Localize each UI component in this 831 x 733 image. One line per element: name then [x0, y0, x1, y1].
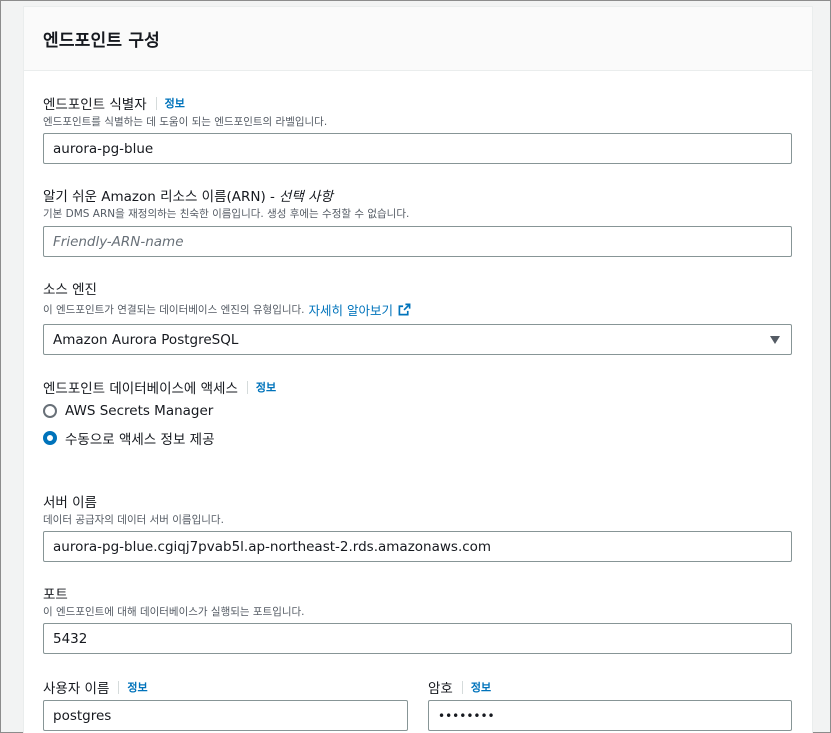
- external-link-icon: [398, 303, 411, 316]
- window-frame: 엔드포인트 구성 엔드포인트 식별자 정보 엔드포인트를 식별하는 데 도움이 …: [0, 0, 831, 733]
- server-name-description: 데이터 공급자의 데이터 서버 이름입니다.: [43, 514, 224, 526]
- divider: [246, 380, 248, 394]
- endpoint-id-description: 엔드포인트를 식별하는 데 도움이 되는 엔드포인트의 라벨입니다.: [43, 116, 328, 128]
- port-label: 포트: [43, 587, 68, 603]
- endpoint-id-label: 엔드포인트 식별자: [43, 97, 147, 113]
- db-access-info-link[interactable]: 정보: [256, 379, 276, 395]
- caret-down-icon: [770, 335, 780, 344]
- server-name-label: 서버 이름: [43, 495, 97, 511]
- radio-unchecked-icon[interactable]: [43, 404, 57, 418]
- arn-optional-label: 선택 사항: [278, 189, 333, 205]
- username-label: 사용자 이름: [43, 681, 110, 697]
- panel-header: 엔드포인트 구성: [24, 7, 812, 71]
- db-access-label-row: 엔드포인트 데이터베이스에 액세스 정보: [43, 377, 276, 397]
- divider: [461, 680, 463, 694]
- radio-manual-access[interactable]: 수동으로 액세스 정보 제공: [43, 428, 215, 448]
- password-label-row: 암호 정보: [428, 677, 491, 697]
- endpoint-config-panel: 엔드포인트 구성 엔드포인트 식별자 정보 엔드포인트를 식별하는 데 도움이 …: [23, 6, 813, 733]
- endpoint-id-info-link[interactable]: 정보: [165, 95, 185, 111]
- learn-more-label: 자세히 알아보기: [308, 303, 394, 318]
- source-engine-select[interactable]: Amazon Aurora PostgreSQL: [43, 324, 792, 355]
- port-description: 이 엔드포인트에 대해 데이터베이스가 실행되는 포트입니다.: [43, 606, 305, 618]
- radio-secrets-manager[interactable]: AWS Secrets Manager: [43, 403, 213, 419]
- source-engine-description-row: 이 엔드포인트가 연결되는 데이터베이스 엔진의 유형입니다. 자세히 알아보기: [43, 300, 411, 319]
- server-name-input[interactable]: aurora-pg-blue.cgiqj7pvab5l.ap-northeast…: [43, 531, 792, 562]
- password-label: 암호: [428, 681, 453, 697]
- arn-input[interactable]: Friendly-ARN-name: [43, 226, 792, 257]
- arn-label: 알기 쉬운 Amazon 리소스 이름(ARN) -: [43, 189, 275, 205]
- source-engine-description: 이 엔드포인트가 연결되는 데이터베이스 엔진의 유형입니다.: [43, 304, 305, 316]
- username-label-row: 사용자 이름 정보: [43, 677, 148, 697]
- username-input[interactable]: postgres: [43, 700, 408, 731]
- source-engine-label: 소스 엔진: [43, 282, 97, 298]
- db-access-label: 엔드포인트 데이터베이스에 액세스: [43, 381, 238, 397]
- arn-label-row: 알기 쉬운 Amazon 리소스 이름(ARN) - 선택 사항: [43, 185, 333, 205]
- radio-manual-access-label: 수동으로 액세스 정보 제공: [65, 432, 215, 448]
- divider: [155, 96, 157, 110]
- panel-title: 엔드포인트 구성: [43, 31, 160, 51]
- endpoint-id-label-row: 엔드포인트 식별자 정보: [43, 93, 185, 113]
- divider: [118, 680, 120, 694]
- password-info-link[interactable]: 정보: [471, 679, 491, 695]
- learn-more-link[interactable]: 자세히 알아보기: [309, 300, 411, 319]
- radio-checked-icon[interactable]: [43, 431, 57, 445]
- password-input[interactable]: ••••••••: [428, 700, 792, 731]
- arn-description: 기본 DMS ARN을 재정의하는 친숙한 이름입니다. 생성 후에는 수정할 …: [43, 208, 410, 220]
- source-engine-selected-value: Amazon Aurora PostgreSQL: [53, 331, 239, 348]
- username-info-link[interactable]: 정보: [127, 679, 147, 695]
- port-input[interactable]: 5432: [43, 623, 792, 654]
- endpoint-id-input[interactable]: aurora-pg-blue: [43, 133, 792, 164]
- radio-secrets-manager-label: AWS Secrets Manager: [65, 403, 214, 419]
